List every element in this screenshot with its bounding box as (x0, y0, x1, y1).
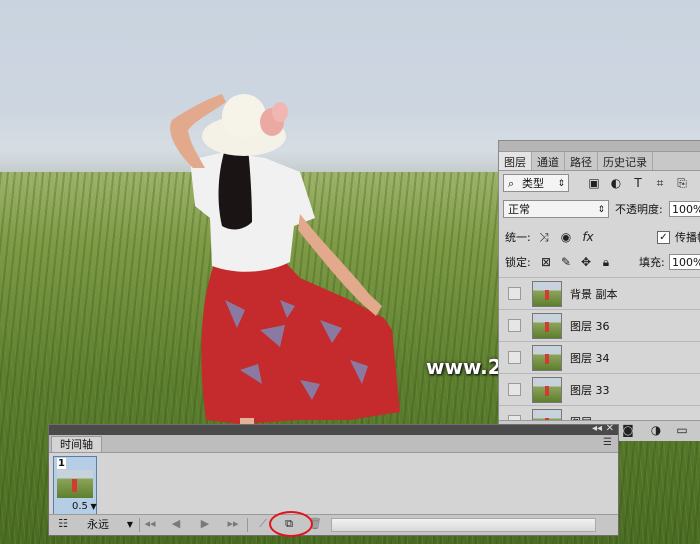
updown-icon: ⇕ (557, 179, 565, 189)
unify-style-icon[interactable]: fx (581, 230, 595, 244)
tab-timeline[interactable]: 时间轴 (51, 436, 102, 452)
shape-filter-icon[interactable]: ⌗ (653, 176, 667, 190)
layer-row[interactable]: 图层 34 (499, 341, 700, 373)
layer-kind-label: 类型 (522, 177, 544, 190)
propagate-frame-checkbox[interactable]: ✓ (657, 231, 670, 244)
layer-name: 图层 34 (570, 352, 610, 365)
layer-visibility-toggle[interactable] (508, 351, 521, 364)
adjustment-filter-icon[interactable]: ◐ (609, 176, 623, 190)
first-frame-icon[interactable]: ◂◂ (142, 517, 158, 531)
propagate-frame-label: 传播帧 (675, 231, 700, 244)
lock-position-move-icon[interactable]: ✥ (579, 255, 593, 269)
layer-name: 背景 副本 (570, 288, 618, 301)
lock-image-brush-icon[interactable]: ✎ (559, 255, 573, 269)
layer-thumbnail (532, 281, 562, 307)
tab-history[interactable]: 历史记录 (598, 152, 653, 170)
previous-frame-icon[interactable]: ◀ (168, 517, 184, 531)
layer-visibility-toggle[interactable] (508, 319, 521, 332)
updown-icon: ⇕ (597, 205, 605, 215)
toolbar-divider (247, 518, 248, 532)
layers-panel: 图层 通道 路径 历史记录 ⌕ 类型 ⇕ ▣ ◐ T ⌗ ⎘ 正常 ⇕ 不透明度… (498, 140, 700, 441)
frame-number: 1 (57, 458, 66, 469)
loop-options-select[interactable]: 永远 ▼ (79, 517, 135, 532)
play-icon[interactable]: ▶ (197, 517, 213, 531)
unify-visibility-icon[interactable]: ◉ (559, 230, 573, 244)
timeline-tabbar: 时间轴 ☰ (49, 435, 618, 453)
collapse-icon[interactable]: ◂◂ (592, 423, 602, 435)
layer-row[interactable]: 图层 36 (499, 309, 700, 341)
close-icon[interactable]: ✕ (606, 423, 614, 435)
new-group-folder-icon[interactable]: ▭ (675, 423, 689, 437)
frame-delay-value: 0.5 (72, 501, 88, 512)
blend-mode-select[interactable]: 正常 ⇕ (503, 200, 609, 218)
layers-panel-tabs: 图层 通道 路径 历史记录 (499, 152, 700, 171)
timeline-panel: ◂◂ ✕ 时间轴 ☰ 1 0.5 ▼ ☷ 永远 ▼ ◂◂ ◀ ▶ ▸▸ ⟋ ⧉ … (48, 423, 619, 536)
panel-menu-icon[interactable]: ☰ (603, 437, 612, 448)
unify-row: 统一: ⤨ ◉ fx ✓ 传播帧 (499, 225, 700, 251)
dropdown-arrow-icon: ▼ (126, 520, 133, 529)
frame-delay[interactable]: 0.5 ▼ (72, 501, 97, 512)
next-frame-icon[interactable]: ▸▸ (225, 517, 241, 531)
blend-mode-value: 正常 (508, 203, 530, 216)
tab-layers[interactable]: 图层 (499, 152, 532, 170)
layers-panel-header (499, 141, 700, 152)
add-mask-icon[interactable]: ◙ (621, 423, 635, 437)
search-icon: ⌕ (508, 177, 515, 190)
toolbar-divider (139, 518, 140, 532)
lock-label: 锁定: (505, 256, 531, 269)
timeline-scrollbar[interactable] (331, 518, 596, 532)
pixel-filter-icon[interactable]: ▣ (587, 176, 601, 190)
fill-field[interactable]: 100% (669, 254, 700, 270)
layer-filter-row: ⌕ 类型 ⇕ ▣ ◐ T ⌗ ⎘ (499, 172, 700, 198)
layer-visibility-toggle[interactable] (508, 287, 521, 300)
opacity-label: 不透明度: (615, 203, 663, 216)
unify-label: 统一: (505, 231, 531, 244)
layer-thumbnail (532, 313, 562, 339)
layer-row[interactable]: 图层 33 (499, 373, 700, 405)
timeline-titlebar: ◂◂ ✕ (49, 423, 618, 435)
blend-opacity-row: 正常 ⇕ 不透明度: 100% (499, 198, 700, 224)
tab-channels[interactable]: 通道 (532, 152, 565, 170)
layer-row[interactable]: 背景 副本 (499, 277, 700, 309)
layer-name: 图层 33 (570, 384, 610, 397)
adjustment-layer-icon[interactable]: ◑ (649, 423, 663, 437)
convert-timeline-icon[interactable]: ☷ (55, 517, 71, 531)
layer-visibility-toggle[interactable] (508, 383, 521, 396)
loop-option-value: 永远 (87, 518, 109, 531)
opacity-field[interactable]: 100% (669, 201, 700, 217)
fill-label: 填充: (639, 256, 665, 269)
animation-frame[interactable]: 1 0.5 ▼ (53, 456, 97, 516)
lock-transparent-icon[interactable]: ⊠ (539, 255, 553, 269)
highlight-circle-annotation (269, 511, 313, 537)
dropdown-arrow-icon: ▼ (87, 502, 97, 511)
lock-all-icon[interactable]: 🔒︎ (599, 255, 613, 269)
frame-thumbnail (57, 470, 93, 498)
type-filter-icon[interactable]: T (631, 176, 645, 190)
timeline-toolbar: ☷ 永远 ▼ ◂◂ ◀ ▶ ▸▸ ⟋ ⧉ 🗑︎ (49, 514, 618, 535)
lock-row: 锁定: ⊠ ✎ ✥ 🔒︎ 填充: 100% (499, 251, 700, 277)
layer-thumbnail (532, 345, 562, 371)
smart-object-filter-icon[interactable]: ⎘ (675, 176, 689, 190)
layer-thumbnail (532, 377, 562, 403)
unify-position-icon[interactable]: ⤨ (537, 230, 551, 244)
tab-paths[interactable]: 路径 (565, 152, 598, 170)
layer-kind-filter[interactable]: ⌕ 类型 ⇕ (503, 174, 569, 192)
layer-name: 图层 36 (570, 320, 610, 333)
